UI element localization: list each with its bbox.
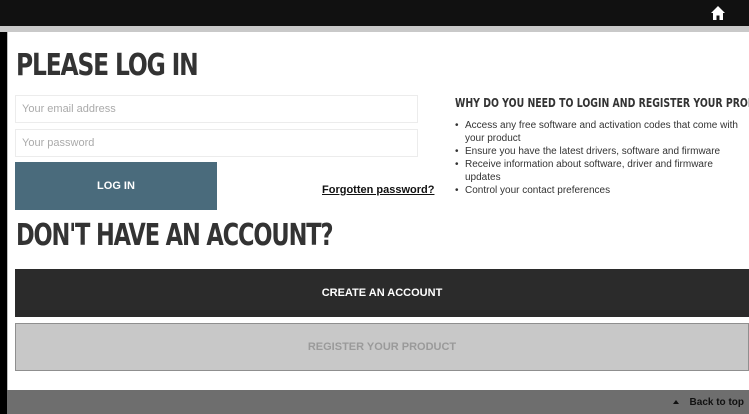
- login-page: PLEASE LOG IN LOG IN Forgotten password?…: [7, 32, 749, 390]
- footer-bar: Back to top: [7, 390, 749, 414]
- list-item: Ensure you have the latest drivers, soft…: [455, 145, 749, 158]
- top-bar: [0, 0, 749, 26]
- forgotten-password-link[interactable]: Forgotten password?: [322, 184, 434, 196]
- why-register-title: WHY DO YOU NEED TO LOGIN AND REGISTER YO…: [455, 96, 749, 110]
- back-to-top-label: Back to top: [689, 397, 744, 408]
- back-to-top-link[interactable]: Back to top: [672, 397, 744, 408]
- create-account-button[interactable]: CREATE AN ACCOUNT: [15, 269, 749, 317]
- register-product-button[interactable]: REGISTER YOUR PRODUCT: [15, 323, 749, 371]
- list-item: Access any free software and activation …: [455, 119, 749, 145]
- caret-up-icon: [672, 400, 679, 404]
- why-register-list: Access any free software and activation …: [455, 119, 749, 197]
- no-account-title: DON'T HAVE AN ACCOUNT?: [16, 218, 334, 253]
- password-field[interactable]: [15, 129, 418, 157]
- page-title: PLEASE LOG IN: [16, 48, 199, 83]
- login-button[interactable]: LOG IN: [15, 162, 217, 210]
- list-item: Control your contact preferences: [455, 184, 749, 197]
- list-item: Receive information about software, driv…: [455, 158, 749, 184]
- home-icon[interactable]: [710, 5, 726, 21]
- email-field[interactable]: [15, 95, 418, 123]
